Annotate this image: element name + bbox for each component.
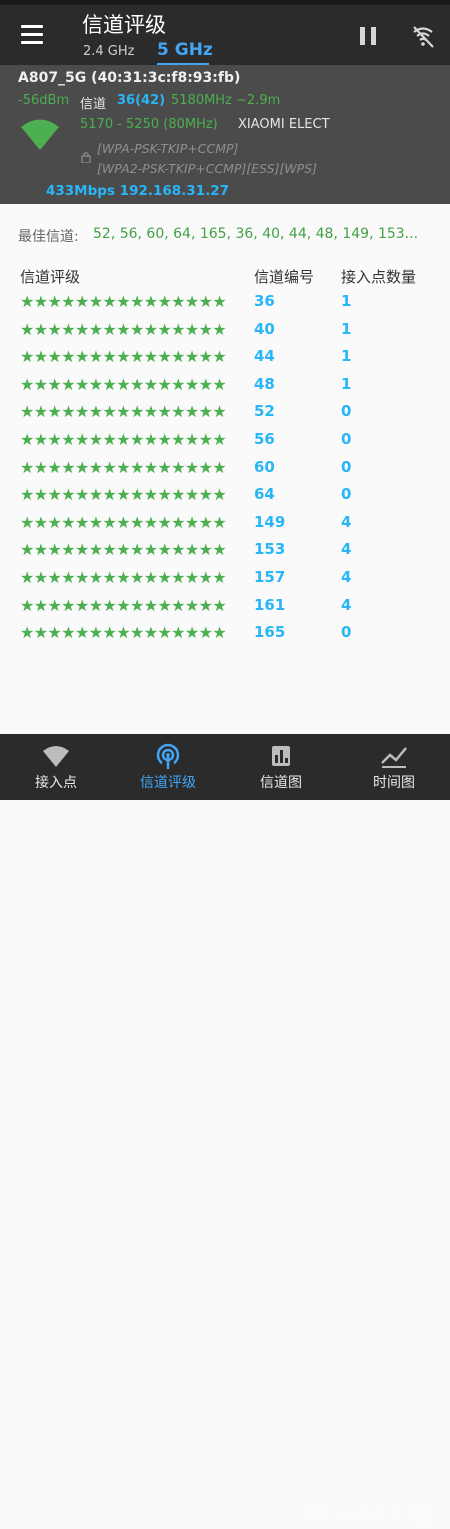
pause-button[interactable] — [360, 27, 376, 45]
menu-button[interactable] — [18, 23, 46, 47]
nav-label: 信道评级 — [140, 775, 196, 791]
channel-value: 36(42) — [117, 93, 166, 108]
channel-number: 56 — [254, 430, 275, 448]
best-channels-value: 52, 56, 60, 64, 165, 36, 40, 44, 48, 149… — [93, 226, 419, 242]
rating-stars: ★★★★★★★★★★★★★★★ — [20, 623, 227, 643]
access-point-count: 4 — [341, 540, 352, 559]
table-row: ★★★★★★★★★★★★★★★ 60 0 — [0, 458, 450, 486]
rating-stars: ★★★★★★★★★★★★★★★ — [20, 319, 227, 339]
rating-stars: ★★★★★★★★★★★★★★★ — [20, 347, 227, 367]
table-row: ★★★★★★★★★★★★★★★ 165 0 — [0, 623, 450, 651]
network-ssid: A807_5G (40:31:3c:f8:93:fb) — [18, 70, 241, 86]
page-title: 信道评级 — [82, 13, 166, 37]
lock-icon — [81, 152, 91, 163]
access-point-count: 1 — [341, 347, 352, 366]
header-channel: 信道编号 — [254, 268, 315, 286]
channel-number: 149 — [254, 512, 286, 531]
rating-stars: ★★★★★★★★★★★★★★★ — [20, 292, 227, 311]
table-row: ★★★★★★★★★★★★★★★ 40 1 — [0, 320, 450, 348]
signal-icon — [156, 743, 180, 769]
wifi-icon — [43, 746, 69, 767]
app-bar: 信道评级 2.4 GHz 5 GHz — [0, 5, 450, 66]
channel-number: 153 — [254, 540, 286, 559]
rating-stars: ★★★★★★★★★★★★★★★ — [20, 595, 227, 615]
nav-channel-rating[interactable]: 信道评级 — [112, 734, 224, 800]
table-row: ★★★★★★★★★★★★★★★ 52 0 — [0, 402, 450, 430]
table-row: ★★★★★★★★★★★★★★★ 44 1 — [0, 347, 450, 375]
wifi-icon — [21, 119, 59, 150]
frequency-distance: 5180MHz ~2.9m — [171, 93, 281, 108]
header-ap-count: 接入点数量 — [341, 268, 417, 286]
channel-number: 48 — [254, 374, 275, 393]
band-24ghz-tab[interactable]: 2.4 GHz — [83, 44, 134, 59]
table-row: ★★★★★★★★★★★★★★★ 161 4 — [0, 596, 450, 624]
rating-stars: ★★★★★★★★★★★★★★★ — [20, 485, 227, 505]
pause-icon — [360, 27, 365, 45]
signal-strength: -56dBm — [18, 93, 70, 108]
line-chart-icon — [381, 747, 407, 768]
channel-number: 40 — [254, 319, 275, 338]
wifi-off-icon — [413, 26, 434, 48]
rating-stars: ★★★★★★★★★★★★★★★ — [20, 374, 227, 394]
table-row: ★★★★★★★★★★★★★★★ 153 4 — [0, 540, 450, 568]
bottom-navigation: 接入点 信道评级 信道图 时间图 忻 一呐下载 — [0, 734, 450, 1528]
nav-time-graph[interactable]: 时间图 — [338, 734, 450, 800]
nav-label: 信道图 — [260, 775, 302, 791]
rating-stars: ★★★★★★★★★★★★★★★ — [20, 457, 227, 477]
watermark: 忻 一呐下载 — [305, 1500, 433, 1528]
rating-stars: ★★★★★★★★★★★★★★★ — [20, 568, 227, 587]
rating-stars: ★★★★★★★★★★★★★★★ — [20, 402, 227, 422]
table-row: ★★★★★★★★★★★★★★★ 36 1 — [0, 292, 450, 320]
menu-icon-bar — [21, 41, 43, 44]
nav-channel-graph[interactable]: 信道图 — [225, 734, 337, 800]
header-rating: 信道评级 — [20, 268, 81, 286]
nav-label: 接入点 — [35, 775, 77, 791]
rating-stars: ★★★★★★★★★★★★★★★ — [20, 512, 227, 532]
access-point-count: 4 — [341, 512, 352, 531]
wifi-toggle-button[interactable] — [410, 24, 436, 50]
access-point-count: 1 — [341, 292, 352, 310]
rating-stars: ★★★★★★★★★★★★★★★ — [20, 540, 227, 560]
channel-number: 161 — [254, 595, 286, 614]
security-capabilities: [WPA-PSK-TKIP+CCMP] — [97, 141, 239, 156]
band-5ghz-tab[interactable]: 5 GHz — [157, 40, 213, 60]
access-point-count: 0 — [341, 457, 352, 476]
access-point-count: 0 — [341, 430, 352, 448]
access-point-count: 1 — [341, 374, 352, 393]
rating-stars: ★★★★★★★★★★★★★★★ — [20, 430, 227, 449]
table-row: ★★★★★★★★★★★★★★★ 149 4 — [0, 513, 450, 541]
access-point-count: 0 — [341, 402, 352, 421]
bar-chart-icon — [272, 746, 290, 766]
channel-number: 157 — [254, 568, 286, 586]
frequency-range: 5170 - 5250 (80MHz) — [80, 117, 218, 132]
channel-number: 36 — [254, 292, 275, 310]
channel-number: 64 — [254, 485, 275, 504]
connected-network-card[interactable]: A807_5G (40:31:3c:f8:93:fb) -56dBm 信道 36… — [0, 65, 450, 204]
vendor-name: XIAOMI ELECT — [238, 117, 330, 132]
link-rate-ip: 433Mbps 192.168.31.27 — [46, 183, 229, 199]
table-row: ★★★★★★★★★★★★★★★ 56 0 — [0, 430, 450, 458]
access-point-count: 0 — [341, 623, 352, 642]
channel-number: 60 — [254, 457, 275, 476]
table-row: ★★★★★★★★★★★★★★★ 48 1 — [0, 375, 450, 403]
channel-number: 52 — [254, 402, 275, 421]
access-point-count: 1 — [341, 319, 352, 338]
menu-icon — [21, 25, 43, 28]
access-point-count: 0 — [341, 485, 352, 504]
best-channels-label: 最佳信道: — [18, 229, 79, 245]
nav-access-points[interactable]: 接入点 — [0, 734, 112, 800]
pause-icon-bar — [371, 27, 376, 45]
nav-label: 时间图 — [373, 775, 415, 791]
access-point-count: 4 — [341, 568, 352, 586]
channel-label: 信道 — [80, 97, 107, 112]
channel-number: 165 — [254, 623, 286, 642]
table-row: ★★★★★★★★★★★★★★★ 64 0 — [0, 485, 450, 513]
table-row: ★★★★★★★★★★★★★★★ 157 4 — [0, 568, 450, 596]
access-point-count: 4 — [341, 595, 352, 614]
security-capabilities-2: [WPA2-PSK-TKIP+CCMP][ESS][WPS] — [97, 161, 318, 176]
menu-icon-bar — [21, 33, 43, 36]
channel-number: 44 — [254, 347, 275, 366]
